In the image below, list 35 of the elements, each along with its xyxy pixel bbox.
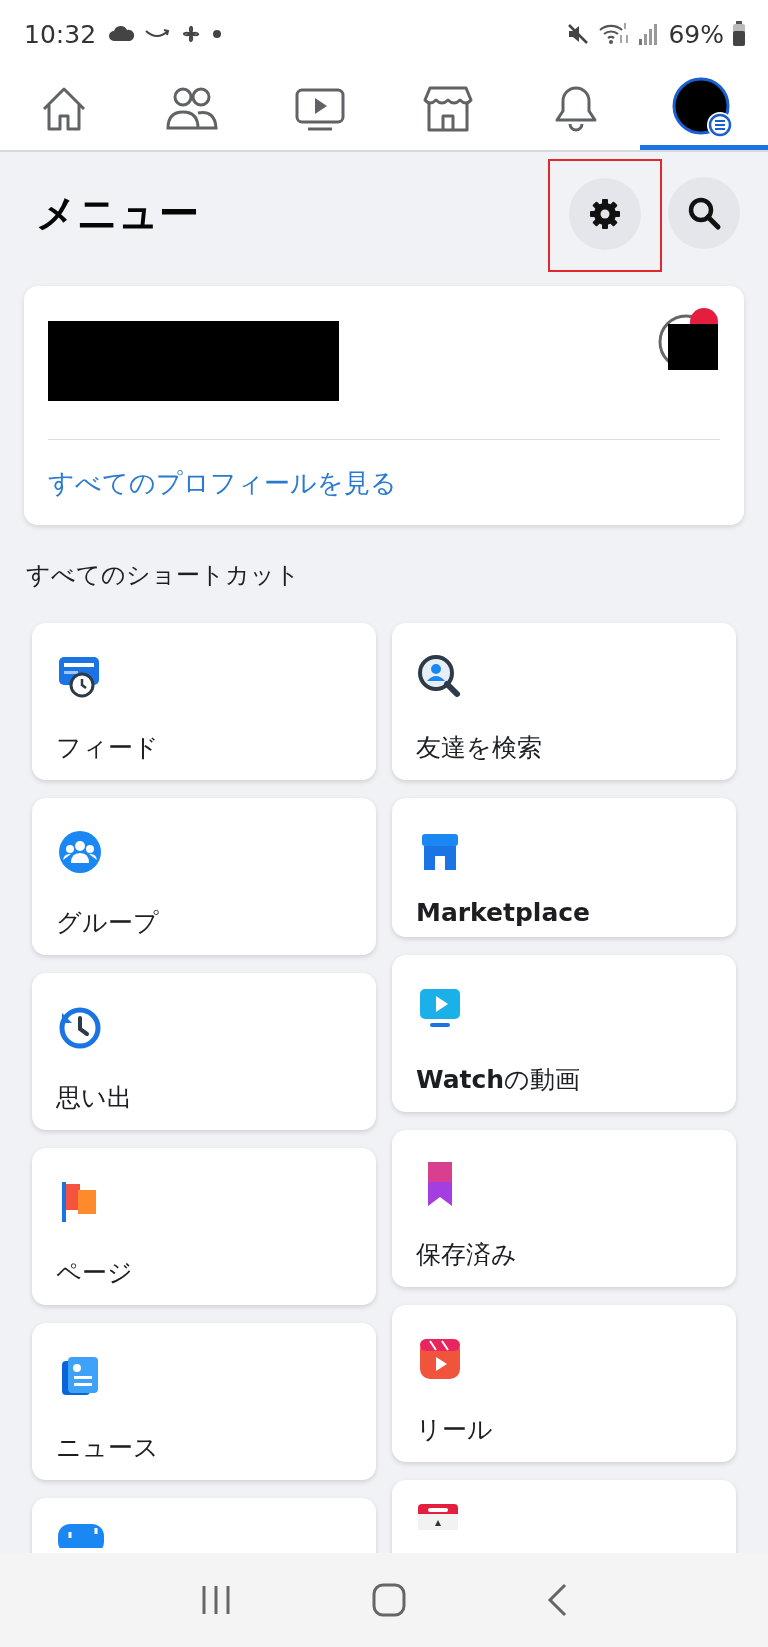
smile-arrow-icon (144, 28, 171, 40)
back-icon[interactable] (546, 1583, 568, 1617)
wifi-icon (598, 21, 631, 47)
shortcut-label: 保存済み (416, 1239, 517, 1271)
shortcut-label: Watchの動画 (416, 1064, 581, 1096)
settings-icon (587, 196, 623, 232)
shortcut-card[interactable]: 友達を検索 (392, 623, 736, 780)
shortcut-card[interactable]: グループ (32, 798, 376, 955)
shortcut-label: ページ (56, 1257, 133, 1289)
shortcut-label: Marketplace (416, 898, 591, 927)
see-all-profiles-link[interactable]: すべてのプロフィールを見る (48, 466, 720, 501)
shortcut-card[interactable]: フィード (32, 623, 376, 780)
battery-percent: 69% (668, 19, 724, 49)
status-time: 10:32 (24, 19, 97, 49)
shortcut-card[interactable]: Marketplace (392, 798, 736, 937)
shortcut-card[interactable]: 思い出 (32, 973, 376, 1130)
shortcut-label: 思い出 (56, 1082, 132, 1114)
groups-icon (56, 828, 104, 876)
menu-title: メニュー (36, 188, 200, 238)
dot-icon (212, 29, 223, 39)
home-button-icon[interactable] (372, 1583, 406, 1617)
shortcut-label: ニュース (56, 1432, 159, 1464)
battery-icon (732, 21, 746, 47)
cloud-icon (108, 25, 137, 43)
shortcut-card[interactable]: ページ (32, 1148, 376, 1305)
section-heading: すべてのショートカット (25, 560, 301, 591)
shortcut-card[interactable]: Watchの動画 (392, 955, 736, 1112)
shortcut-label: グループ (56, 907, 159, 939)
shortcut-label: フィード (56, 732, 159, 764)
recent-apps-icon[interactable] (200, 1584, 232, 1616)
shortcut-card[interactable]: ニュース (32, 1323, 376, 1480)
shortcut-label: リール (416, 1414, 493, 1446)
shortcut-card[interactable]: 保存済み (392, 1130, 736, 1287)
shortcut-label: 友達を検索 (416, 732, 542, 764)
shortcut-card[interactable]: リール (392, 1305, 736, 1462)
